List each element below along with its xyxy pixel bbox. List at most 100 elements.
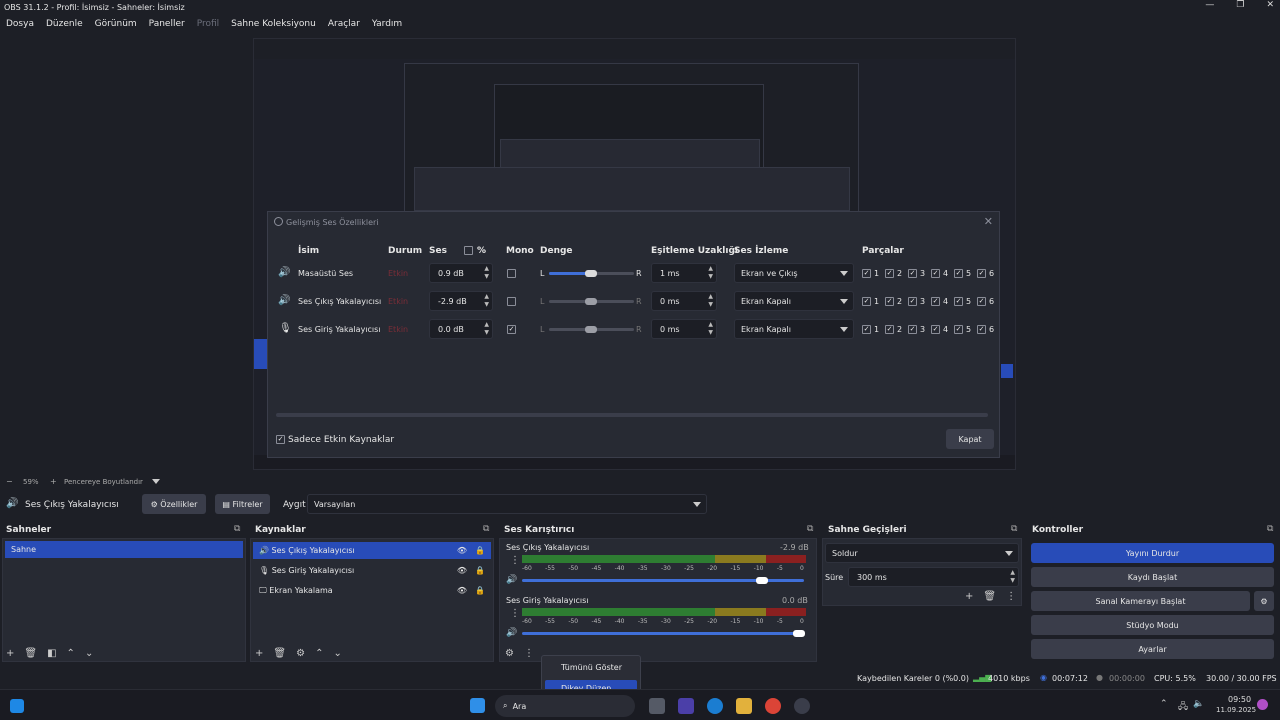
track-checkbox[interactable]: ✓ [862,325,871,334]
network-icon[interactable]: 🖧 [1178,699,1188,715]
speaker-icon[interactable]: 🔊 [506,628,517,638]
menu-item-show-all[interactable]: Tümünü Göster [545,659,637,675]
only-active-checkbox[interactable]: ✓ [276,435,285,444]
gear-icon[interactable]: ⚙ [505,648,514,659]
track-checkbox[interactable]: ✓ [931,325,940,334]
spin-arrows-icon[interactable]: ▲ ▼ [708,265,713,281]
spin-arrows-icon[interactable]: ▲ ▼ [708,321,713,337]
clock-time[interactable]: 09:50 [1228,695,1251,704]
start-icon[interactable] [10,699,24,713]
mono-checkbox[interactable] [507,269,516,278]
studio-mode-button[interactable]: Stüdyo Modu [1031,615,1274,635]
notification-icon[interactable] [1257,699,1268,710]
maximize-icon[interactable]: ❐ [1236,0,1244,10]
track-checkbox[interactable]: ✓ [931,269,940,278]
track-checkbox[interactable]: ✓ [977,269,986,278]
track-checkbox[interactable]: ✓ [862,297,871,306]
trash-icon[interactable]: 🗑 [24,648,37,659]
spin-arrows-icon[interactable]: ▲ ▼ [1010,569,1015,585]
spin-arrows-icon[interactable]: ▲ ▼ [484,293,489,309]
balance-handle[interactable] [585,270,597,277]
spin-arrows-icon[interactable]: ▲ ▼ [708,293,713,309]
sync-spinbox[interactable]: 0 ms ▲ ▼ [651,319,717,339]
monitor-select[interactable]: Ekran ve Çıkış [734,263,854,283]
spin-arrows-icon[interactable]: ▲ ▼ [484,321,489,337]
tray-chevron-icon[interactable]: ⌃ [1160,699,1168,709]
lock-icon[interactable]: 🔒 [475,546,485,555]
virtual-camera-settings-button[interactable]: ⚙ [1254,591,1274,611]
track-checkbox[interactable]: ✓ [885,297,894,306]
lock-icon[interactable]: 🔒 [475,566,485,575]
volume-spinbox[interactable]: 0.9 dB ▲ ▼ [429,263,493,283]
close-dialog-button[interactable]: Kapat [946,429,994,449]
close-icon[interactable]: ✕ [1266,0,1274,10]
fit-to-window-label[interactable]: Pencereye Boyutlandır [64,478,143,486]
volume-spinbox[interactable]: 0.0 dB ▲ ▼ [429,319,493,339]
chevron-down-icon[interactable]: ⌄ [333,648,341,659]
chrome-icon[interactable] [765,698,781,714]
monitor-select[interactable]: Ekran Kapalı [734,319,854,339]
windows-start-icon[interactable] [470,698,485,713]
mono-checkbox[interactable]: ✓ [507,325,516,334]
duration-spinbox[interactable]: 300 ms ▲ ▼ [848,567,1019,587]
more-vertical-icon[interactable]: ⋮ [1006,591,1016,602]
track-checkbox[interactable]: ✓ [862,269,871,278]
more-vertical-icon[interactable]: ⋮ [510,608,520,619]
dock-undock-icon[interactable]: ⧉ [483,524,489,534]
track-checkbox[interactable]: ✓ [977,297,986,306]
track-checkbox[interactable]: ✓ [885,269,894,278]
dock-undock-icon[interactable]: ⧉ [807,524,813,534]
eye-icon[interactable]: 👁 [457,586,467,595]
file-explorer-icon[interactable] [736,698,752,714]
trash-icon[interactable]: 🗑 [273,648,286,659]
menu-scene-collection[interactable]: Sahne Koleksiyonu [231,19,316,29]
add-icon[interactable]: + [6,648,14,659]
track-checkbox[interactable]: ✓ [908,325,917,334]
menu-file[interactable]: Dosya [6,19,34,29]
source-item[interactable]: 🎙 Ses Giriş Yakalayıcısı 👁 🔒 [253,562,491,579]
track-checkbox[interactable]: ✓ [977,325,986,334]
chevron-up-icon[interactable]: ⌃ [67,648,75,659]
mono-checkbox[interactable] [507,297,516,306]
volume-icon[interactable]: 🔈 [1193,699,1204,709]
edge-icon[interactable] [707,698,723,714]
taskbar-search[interactable]: ⌕ Ara [495,695,635,717]
track-checkbox[interactable]: ✓ [954,297,963,306]
eye-icon[interactable]: 👁 [457,566,467,575]
track-checkbox[interactable]: ✓ [908,269,917,278]
dock-undock-icon[interactable]: ⧉ [1267,524,1273,534]
transition-select[interactable]: Soldur [825,543,1019,563]
start-virtual-camera-button[interactable]: Sanal Kamerayı Başlat [1031,591,1250,611]
lock-icon[interactable]: 🔒 [475,586,485,595]
menu-profile[interactable]: Profil [197,19,219,29]
spin-arrows-icon[interactable]: ▲ ▼ [484,265,489,281]
track-checkbox[interactable]: ✓ [931,297,940,306]
speaker-icon[interactable]: 🔊 [506,575,517,585]
volume-handle[interactable] [756,577,768,584]
properties-button[interactable]: ⚙ Özellikler [142,494,206,514]
filter-icon[interactable]: ◧ [47,648,56,659]
menu-help[interactable]: Yardım [372,19,402,29]
volume-handle[interactable] [793,630,805,637]
track-checkbox[interactable]: ✓ [908,297,917,306]
horizontal-scrollbar[interactable] [276,413,988,417]
sync-spinbox[interactable]: 1 ms ▲ ▼ [651,263,717,283]
task-view-icon[interactable] [649,698,665,714]
chevron-up-icon[interactable]: ⌃ [315,648,323,659]
minimize-icon[interactable]: — [1205,0,1214,10]
track-checkbox[interactable]: ✓ [885,325,894,334]
track-checkbox[interactable]: ✓ [954,269,963,278]
clock-date[interactable]: 11.09.2025 [1216,706,1256,714]
source-item[interactable]: 🔊 Ses Çıkış Yakalayıcısı 👁 🔒 [253,542,491,559]
source-item[interactable]: 🖵 Ekran Yakalama 👁 🔒 [253,582,491,599]
menu-docks[interactable]: Paneller [149,19,185,29]
track-checkbox[interactable]: ✓ [954,325,963,334]
menu-view[interactable]: Görünüm [95,19,137,29]
balance-handle[interactable] [585,326,597,333]
add-icon[interactable]: + [255,648,263,659]
teams-icon[interactable] [678,698,694,714]
menu-tools[interactable]: Araçlar [328,19,360,29]
settings-button[interactable]: Ayarlar [1031,639,1274,659]
chevron-down-icon[interactable] [152,479,160,484]
zoom-in-icon[interactable]: + [50,477,57,486]
